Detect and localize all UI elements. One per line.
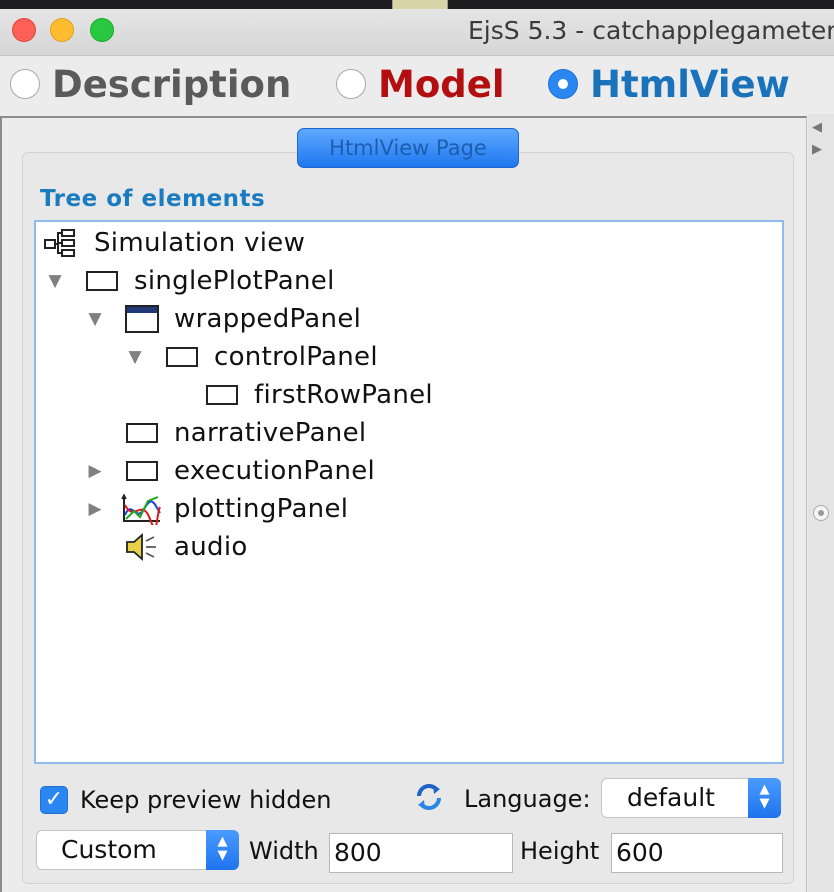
menu-strip	[0, 0, 834, 9]
chevron-up-down-icon[interactable]: ▲ ▼	[748, 778, 781, 818]
tree-node[interactable]: firstRowPanel	[36, 378, 776, 412]
radio-icon[interactable]	[336, 69, 366, 99]
tree-node-label: wrappedPanel	[174, 304, 362, 334]
mode-selector: Description Model HtmlView	[0, 56, 834, 114]
element-tree[interactable]: Simulation view ▼ singlePlotPanel ▼ wrap…	[34, 220, 784, 764]
window-title: EjsS 5.3 - catchapplegametem	[468, 16, 834, 45]
title-bar: EjsS 5.3 - catchapplegametem	[0, 0, 834, 56]
radio-selected-icon[interactable]	[548, 69, 578, 99]
width-label: Width	[249, 837, 319, 865]
tree-node-label: audio	[174, 532, 248, 562]
tree-node[interactable]: ▼ singlePlotPanel	[36, 264, 776, 298]
minimize-window-button[interactable]	[50, 18, 74, 42]
tree-node[interactable]: ▶ executionPanel	[36, 454, 776, 488]
panel-icon	[126, 461, 158, 481]
radio-icon[interactable]	[10, 69, 40, 99]
tab-htmlview-page[interactable]: HtmlView Page	[297, 128, 519, 168]
close-window-button[interactable]	[12, 18, 36, 42]
size-preset-select[interactable]: Custom ▲ ▼	[36, 830, 239, 870]
panel-icon	[166, 347, 198, 367]
refresh-icon[interactable]	[412, 780, 446, 814]
collapse-triangle-icon[interactable]: ▼	[46, 271, 64, 291]
mode-htmlview-radio[interactable]: HtmlView	[548, 60, 790, 108]
size-preset-value: Custom	[61, 835, 157, 864]
height-field[interactable]: 600	[611, 833, 783, 873]
mode-description-radio[interactable]: Description	[10, 60, 291, 108]
language-label: Language:	[464, 785, 591, 813]
panel-icon	[126, 423, 158, 443]
scroll-left-icon[interactable]: ◀	[812, 120, 822, 135]
mode-htmlview-label: HtmlView	[590, 62, 790, 106]
language-select[interactable]: default ▲ ▼	[601, 778, 781, 818]
mode-model-label: Model	[378, 62, 505, 106]
wrapped-panel-icon	[125, 305, 159, 333]
mode-model-radio[interactable]: Model	[336, 60, 505, 108]
main-area: ◀ ▶ HtmlView Page Tree of elements Simul…	[0, 114, 834, 892]
tree-node[interactable]: narrativePanel	[36, 416, 776, 450]
tree-node-label: Simulation view	[94, 228, 306, 258]
tree-node[interactable]: ▶ plottingPanel	[36, 492, 776, 526]
panel-icon	[86, 271, 118, 291]
strip-thumbnail	[392, 0, 448, 9]
collapse-triangle-icon[interactable]: ▼	[126, 347, 144, 367]
plotting-panel-icon	[121, 493, 161, 525]
tree-node-label: firstRowPanel	[254, 380, 433, 410]
chevron-up-down-icon[interactable]: ▲ ▼	[206, 830, 239, 870]
tree-node-label: plottingPanel	[174, 494, 349, 524]
panel-icon	[206, 385, 238, 405]
expand-triangle-icon[interactable]: ▶	[86, 461, 104, 481]
collapse-triangle-icon[interactable]: ▼	[86, 309, 104, 329]
simulation-view-icon	[44, 229, 75, 257]
language-value: default	[627, 783, 715, 812]
split-handle[interactable]	[813, 505, 829, 521]
tree-node[interactable]: audio	[36, 530, 776, 564]
tree-node[interactable]: ▼ wrappedPanel	[36, 302, 776, 336]
mode-description-label: Description	[52, 62, 292, 106]
tree-node-label: narrativePanel	[174, 418, 367, 448]
keep-preview-hidden-checkbox[interactable]: ✓	[40, 786, 68, 814]
tree-node[interactable]: ▼ controlPanel	[36, 340, 776, 374]
tree-node-label: controlPanel	[214, 342, 378, 372]
speaker-icon	[126, 533, 156, 561]
width-field[interactable]: 800	[329, 833, 513, 873]
expand-triangle-icon[interactable]: ▶	[86, 499, 104, 519]
maximize-window-button[interactable]	[90, 18, 114, 42]
height-label: Height	[520, 837, 600, 865]
scroll-right-icon[interactable]: ▶	[812, 142, 822, 157]
side-strip	[808, 114, 834, 892]
keep-preview-hidden-label: Keep preview hidden	[80, 786, 332, 814]
tree-title: Tree of elements	[40, 186, 266, 212]
tree-node[interactable]: Simulation view	[36, 226, 776, 260]
tree-node-label: executionPanel	[174, 456, 376, 486]
tree-node-label: singlePlotPanel	[134, 266, 335, 296]
